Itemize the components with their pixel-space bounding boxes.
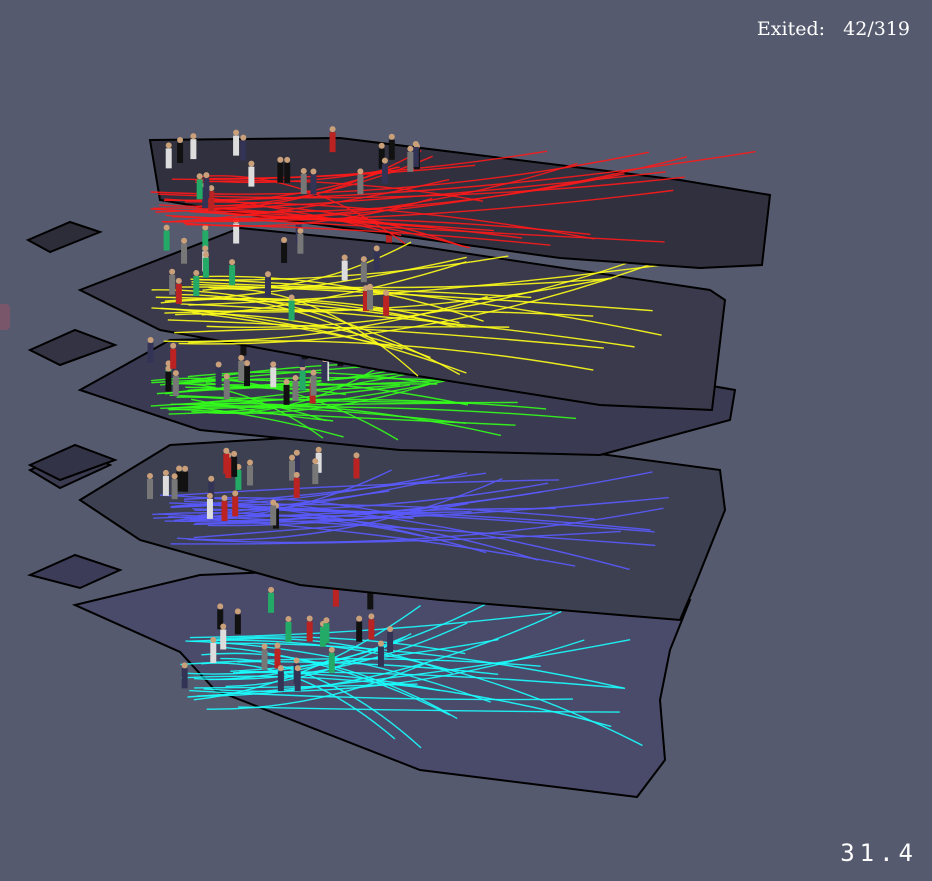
pedestrian-agent bbox=[387, 625, 394, 652]
pedestrian-agent bbox=[162, 469, 169, 496]
pedestrian-agent bbox=[247, 459, 254, 486]
pedestrian-agent bbox=[165, 142, 172, 169]
exited-label: Exited: bbox=[756, 18, 826, 40]
pedestrian-agent bbox=[292, 374, 299, 401]
pedestrian-agent bbox=[233, 129, 240, 156]
pedestrian-agent bbox=[193, 270, 200, 297]
pedestrian-agent bbox=[223, 447, 230, 474]
pedestrian-agent bbox=[381, 157, 388, 184]
pedestrian-agent bbox=[300, 167, 307, 194]
pedestrian-agent bbox=[367, 283, 374, 310]
pedestrian-agent bbox=[223, 373, 230, 400]
simulation-viewport[interactable] bbox=[0, 0, 932, 881]
pedestrian-agent bbox=[220, 623, 227, 650]
pedestrian-agent bbox=[281, 236, 288, 263]
pedestrian-agent bbox=[232, 490, 239, 517]
pedestrian-agent bbox=[268, 586, 275, 613]
exited-counter: Exited: 42/319 bbox=[757, 18, 910, 40]
pedestrian-agent bbox=[190, 133, 197, 160]
pedestrian-agent bbox=[412, 140, 419, 167]
pedestrian-agent bbox=[274, 642, 281, 669]
pedestrian-agent bbox=[202, 251, 209, 278]
pedestrian-agent bbox=[181, 237, 188, 264]
pedestrian-agent bbox=[323, 617, 330, 644]
pedestrian-agent bbox=[147, 473, 154, 500]
pedestrian-agent bbox=[299, 364, 306, 391]
pedestrian-agent bbox=[341, 254, 348, 281]
pedestrian-agent bbox=[293, 471, 300, 498]
pedestrian-agent bbox=[288, 294, 295, 321]
pedestrian-agent bbox=[388, 133, 395, 160]
pedestrian-agent bbox=[407, 145, 414, 172]
pedestrian-agent bbox=[238, 354, 245, 381]
pedestrian-agent bbox=[203, 172, 210, 199]
pedestrian-agent bbox=[360, 256, 367, 283]
pedestrian-agent bbox=[328, 646, 335, 673]
pedestrian-agent bbox=[215, 361, 222, 388]
pedestrian-agent bbox=[231, 450, 238, 477]
pedestrian-agent bbox=[310, 168, 317, 195]
frame-rate-readout: 31.4 bbox=[840, 839, 918, 867]
pedestrian-agent bbox=[353, 452, 360, 479]
pedestrian-agent bbox=[373, 245, 380, 272]
pedestrian-agent bbox=[240, 134, 247, 161]
pedestrian-agent bbox=[368, 613, 375, 640]
pedestrian-agent bbox=[261, 643, 268, 670]
pedestrian-agent bbox=[356, 615, 363, 642]
pedestrian-agent bbox=[284, 156, 291, 183]
pedestrian-agent bbox=[383, 289, 390, 316]
pedestrian-agent bbox=[306, 615, 313, 642]
pedestrian-agent bbox=[170, 342, 177, 369]
pedestrian-agent bbox=[294, 665, 301, 692]
pedestrian-agent bbox=[171, 473, 178, 500]
pedestrian-agent bbox=[283, 378, 290, 405]
pedestrian-agent bbox=[297, 227, 304, 254]
pedestrian-agent bbox=[182, 465, 189, 492]
pedestrian-agent bbox=[210, 636, 217, 663]
pedestrian-agent bbox=[243, 360, 250, 387]
pedestrian-agent bbox=[172, 370, 179, 397]
pedestrian-agent bbox=[329, 126, 336, 153]
pedestrian-agent bbox=[277, 665, 284, 692]
pedestrian-agent bbox=[165, 365, 172, 392]
pedestrian-agent bbox=[234, 608, 241, 635]
pedestrian-agent bbox=[270, 361, 277, 388]
pedestrian-agent bbox=[289, 454, 296, 481]
pedestrian-agent bbox=[196, 173, 203, 200]
pedestrian-agent bbox=[377, 640, 384, 667]
pedestrian-agent bbox=[270, 499, 277, 526]
side-panel-toggle[interactable] bbox=[0, 304, 10, 330]
pedestrian-agent bbox=[169, 268, 176, 295]
pedestrian-agent bbox=[177, 136, 184, 163]
pedestrian-agent bbox=[310, 369, 317, 396]
pedestrian-agent bbox=[221, 495, 228, 522]
exited-value: 42/319 bbox=[843, 18, 910, 40]
pedestrian-agent bbox=[163, 224, 170, 251]
pedestrian-agent bbox=[312, 458, 319, 485]
pedestrian-agent bbox=[277, 156, 284, 183]
pedestrian-agent bbox=[248, 160, 255, 187]
pedestrian-agent bbox=[264, 271, 271, 298]
pedestrian-agent bbox=[357, 168, 364, 195]
pedestrian-agent bbox=[206, 492, 213, 519]
pedestrian-agent bbox=[147, 336, 154, 363]
pedestrian-agent bbox=[181, 662, 188, 689]
pedestrian-agent bbox=[229, 259, 236, 286]
pedestrian-agent bbox=[285, 615, 292, 642]
pedestrian-agent bbox=[175, 277, 182, 304]
